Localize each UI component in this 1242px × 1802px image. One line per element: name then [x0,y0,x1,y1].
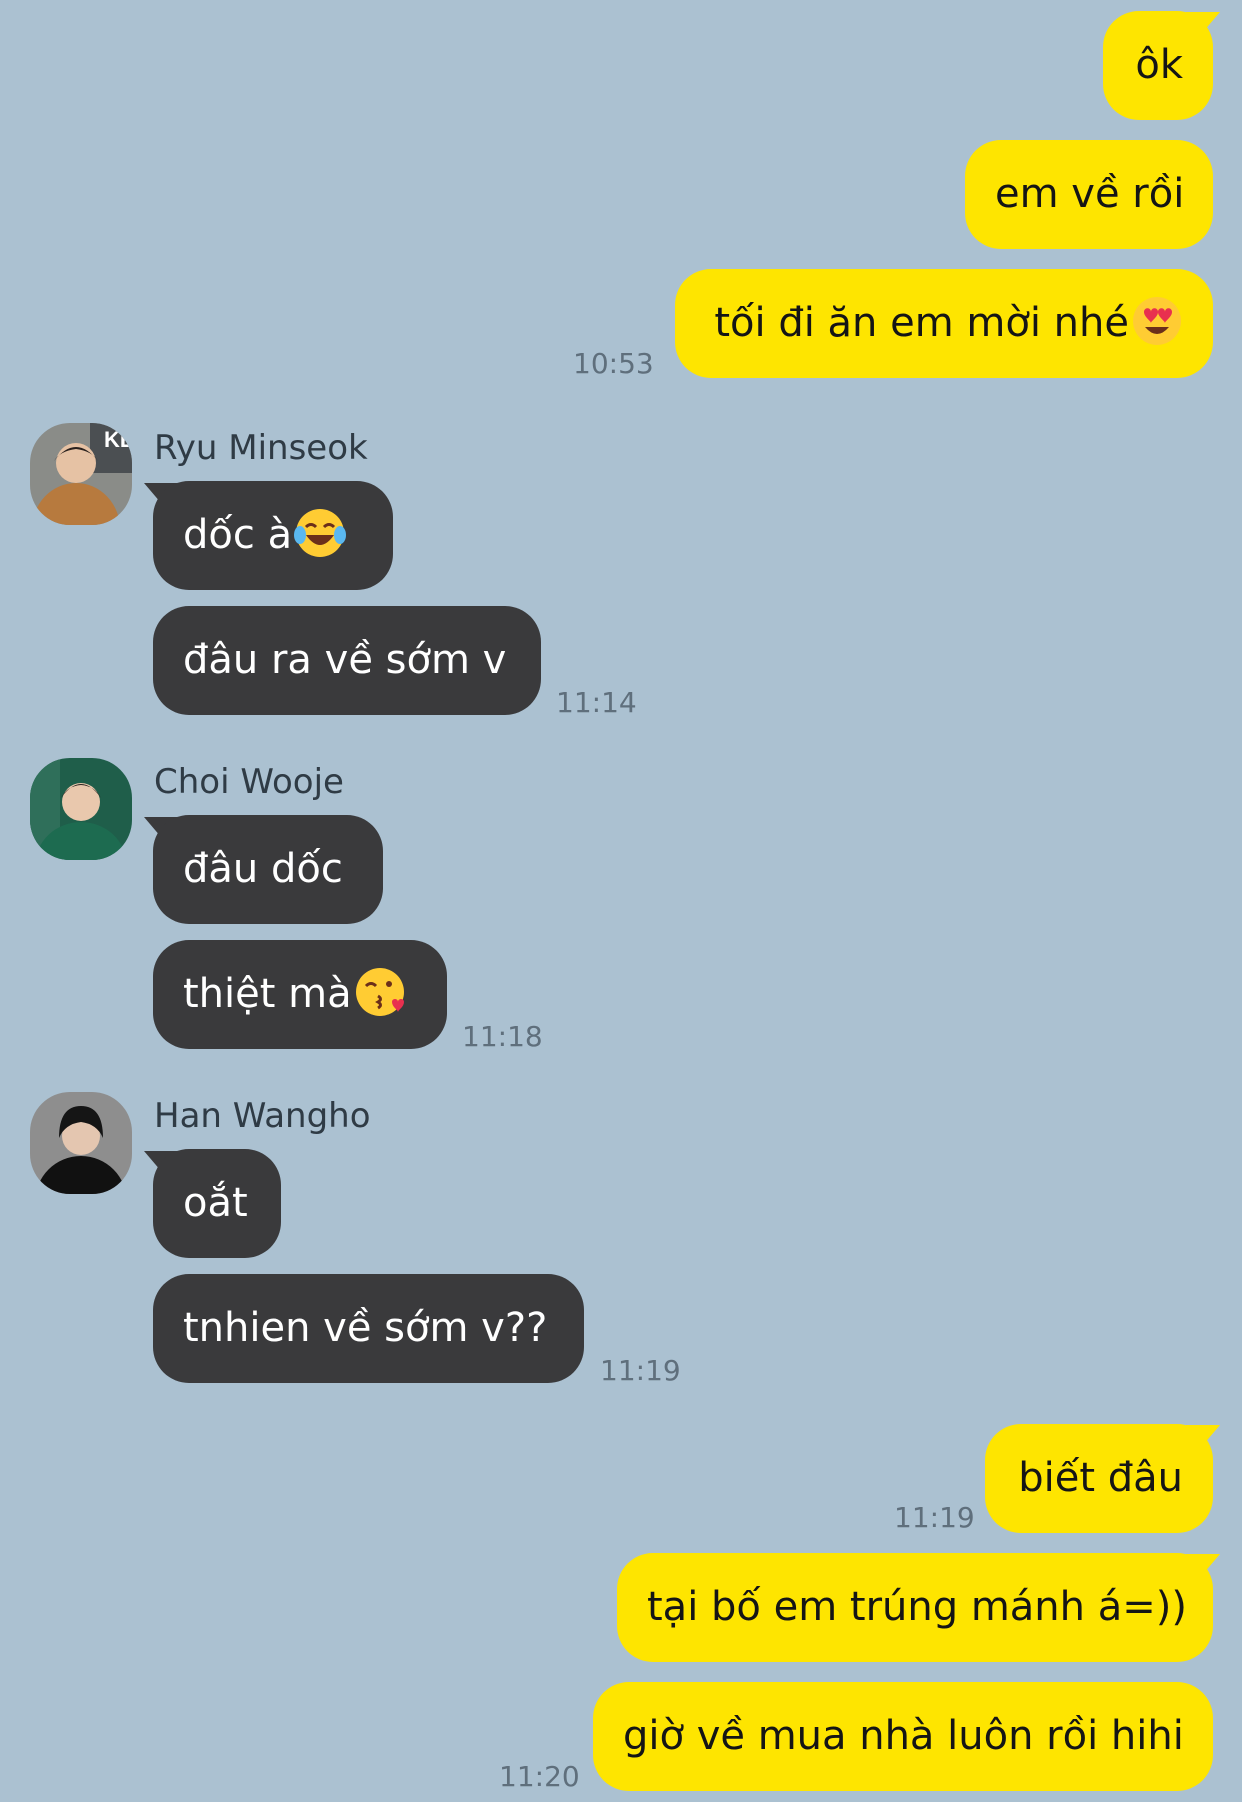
timestamp: 10:53 [573,347,654,380]
message-text: ôk [1135,42,1183,88]
timestamp: 11:18 [462,1020,543,1053]
incoming-message[interactable]: đâu ra về sớm v [153,606,541,715]
outgoing-message[interactable]: biết đâu [985,1424,1213,1533]
message-text: thiệt mà [183,971,352,1017]
message-text: giờ về mua nhà luôn rồi hihi [623,1713,1184,1759]
message-text: oắt [183,1180,248,1226]
incoming-message[interactable]: oắt [153,1149,281,1258]
incoming-message[interactable]: tnhien về sớm v?? [153,1274,584,1383]
incoming-message[interactable]: thiệt mà [153,940,447,1049]
kissing-heart-emoji-icon [354,966,406,1018]
chat-thread[interactable]: ôk em về rồi tối đi ăn em mời nhé 10:53 … [0,0,1242,1802]
outgoing-message[interactable]: giờ về mua nhà luôn rồi hihi [593,1682,1213,1791]
message-text: tại bố em trúng mánh á=)) [647,1584,1187,1630]
timestamp: 11:19 [894,1501,975,1534]
avatar-choi-wooje[interactable] [30,758,132,860]
sender-name: Choi Wooje [154,762,344,802]
timestamp: 11:20 [499,1760,580,1793]
incoming-message[interactable]: đâu dốc [153,815,383,924]
tears-of-joy-emoji-icon [294,507,347,559]
avatar-ryu-minseok[interactable]: KE [30,423,132,525]
message-text: dốc à [183,512,293,558]
outgoing-message[interactable]: em về rồi [965,140,1213,249]
message-text: biết đâu [1018,1455,1183,1501]
message-text: tối đi ăn em mời nhé [714,300,1129,346]
outgoing-message[interactable]: ôk [1103,11,1213,120]
sender-name: Han Wangho [154,1096,371,1136]
message-text: tnhien về sớm v?? [183,1305,548,1351]
message-text: em về rồi [995,171,1185,217]
outgoing-message[interactable]: tại bố em trúng mánh á=)) [617,1553,1213,1662]
timestamp: 11:14 [556,686,637,719]
avatar-han-wangho[interactable] [30,1092,132,1194]
message-text: đâu ra về sớm v [183,637,507,683]
sender-name: Ryu Minseok [154,428,368,468]
svg-text:KE: KE [104,427,132,452]
timestamp: 11:19 [600,1354,681,1387]
outgoing-message[interactable]: tối đi ăn em mời nhé [675,269,1213,378]
heart-eyes-emoji-icon [1131,295,1183,347]
incoming-message[interactable]: dốc à [153,481,393,590]
message-text: đâu dốc [183,846,343,892]
